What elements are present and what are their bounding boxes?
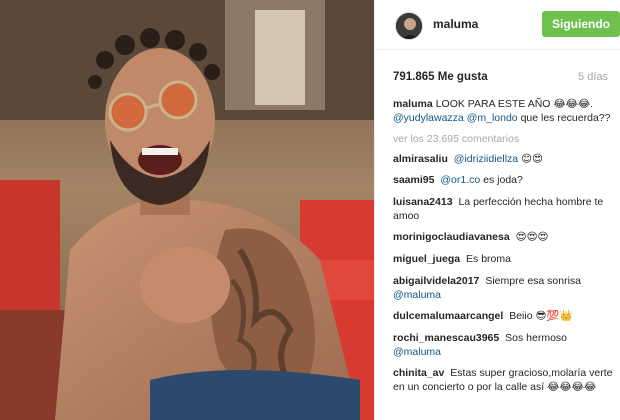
caption-mention[interactable]: @yudylawazza: [393, 112, 464, 124]
following-button[interactable]: Siguiendo: [542, 11, 620, 37]
post-header: maluma Siguiendo: [375, 0, 620, 50]
comment-item: almirasaliu @idriziidiellza 😊😍: [393, 152, 619, 166]
comment-item: miguel_juega Es broma: [393, 252, 619, 266]
avatar-image: [396, 13, 422, 39]
comment-item: luisana2413 La perfección hecha hombre t…: [393, 195, 619, 223]
comments-list: maluma LOOK PARA ESTE AÑO 😂😂😂. @yudylawaz…: [393, 97, 619, 402]
caption-username[interactable]: maluma: [393, 98, 433, 110]
comment-username[interactable]: miguel_juega: [393, 253, 460, 265]
post-photo[interactable]: [0, 0, 374, 420]
comment-item: saami95 @or1.co es joda?: [393, 173, 619, 187]
post-image: [0, 0, 374, 420]
comment-item: dulcemalumaarcangel Beiio 😎💯👑: [393, 309, 619, 323]
caption-text: LOOK PARA ESTE AÑO 😂😂😂.: [435, 98, 594, 110]
comment-mention[interactable]: @idriziidiellza: [454, 153, 518, 165]
comment-text: Sos hermoso: [505, 331, 568, 344]
comment-username[interactable]: rochi_manescau3965: [393, 332, 499, 344]
comment-mention[interactable]: @maluma: [393, 289, 441, 301]
avatar[interactable]: [395, 12, 423, 40]
comment-text: 😊😍: [521, 152, 543, 165]
comment-text: es joda?: [483, 174, 523, 187]
comment-username[interactable]: abigailvidela2017: [393, 275, 479, 287]
post-username[interactable]: maluma: [433, 17, 478, 31]
comment-mention[interactable]: @maluma: [393, 346, 441, 358]
comment-text: Siempre esa sonrisa: [485, 274, 582, 287]
comment-text: 😍😍😍: [515, 231, 549, 244]
post-sidebar: maluma Siguiendo 791.865 Me gusta 5 días…: [374, 0, 620, 420]
caption-text-2: que les recuerda??: [520, 112, 611, 124]
comment-username[interactable]: dulcemalumaarcangel: [393, 310, 503, 322]
comment-username[interactable]: saami95: [393, 174, 434, 186]
comment-item: abigailvidela2017 Siempre esa sonrisa @m…: [393, 274, 619, 302]
comment-username[interactable]: morinigoclaudiavanesa: [393, 231, 510, 243]
comment-text: Beiio 😎💯👑: [509, 310, 573, 323]
comment-item: rochi_manescau3965 Sos hermoso @maluma: [393, 331, 619, 359]
comment-item: chinita_av Estas super gracioso,molaría …: [393, 366, 619, 394]
comment-username[interactable]: almirasaliu: [393, 153, 448, 165]
comment-mention[interactable]: @or1.co: [440, 174, 480, 186]
comment-text: Es broma: [466, 252, 511, 265]
caption-mention[interactable]: @m_londo: [467, 112, 518, 124]
likes-count[interactable]: 791.865 Me gusta: [393, 71, 488, 83]
post-time[interactable]: 5 días: [578, 71, 608, 83]
comment-username[interactable]: chinita_av: [393, 367, 444, 379]
view-all-comments-link[interactable]: ver los 23.695 comentarios: [393, 133, 619, 145]
caption: maluma LOOK PARA ESTE AÑO 😂😂😂. @yudylawaz…: [393, 97, 619, 125]
comment-item: morinigoclaudiavanesa 😍😍😍: [393, 230, 619, 244]
comment-username[interactable]: luisana2413: [393, 196, 453, 208]
